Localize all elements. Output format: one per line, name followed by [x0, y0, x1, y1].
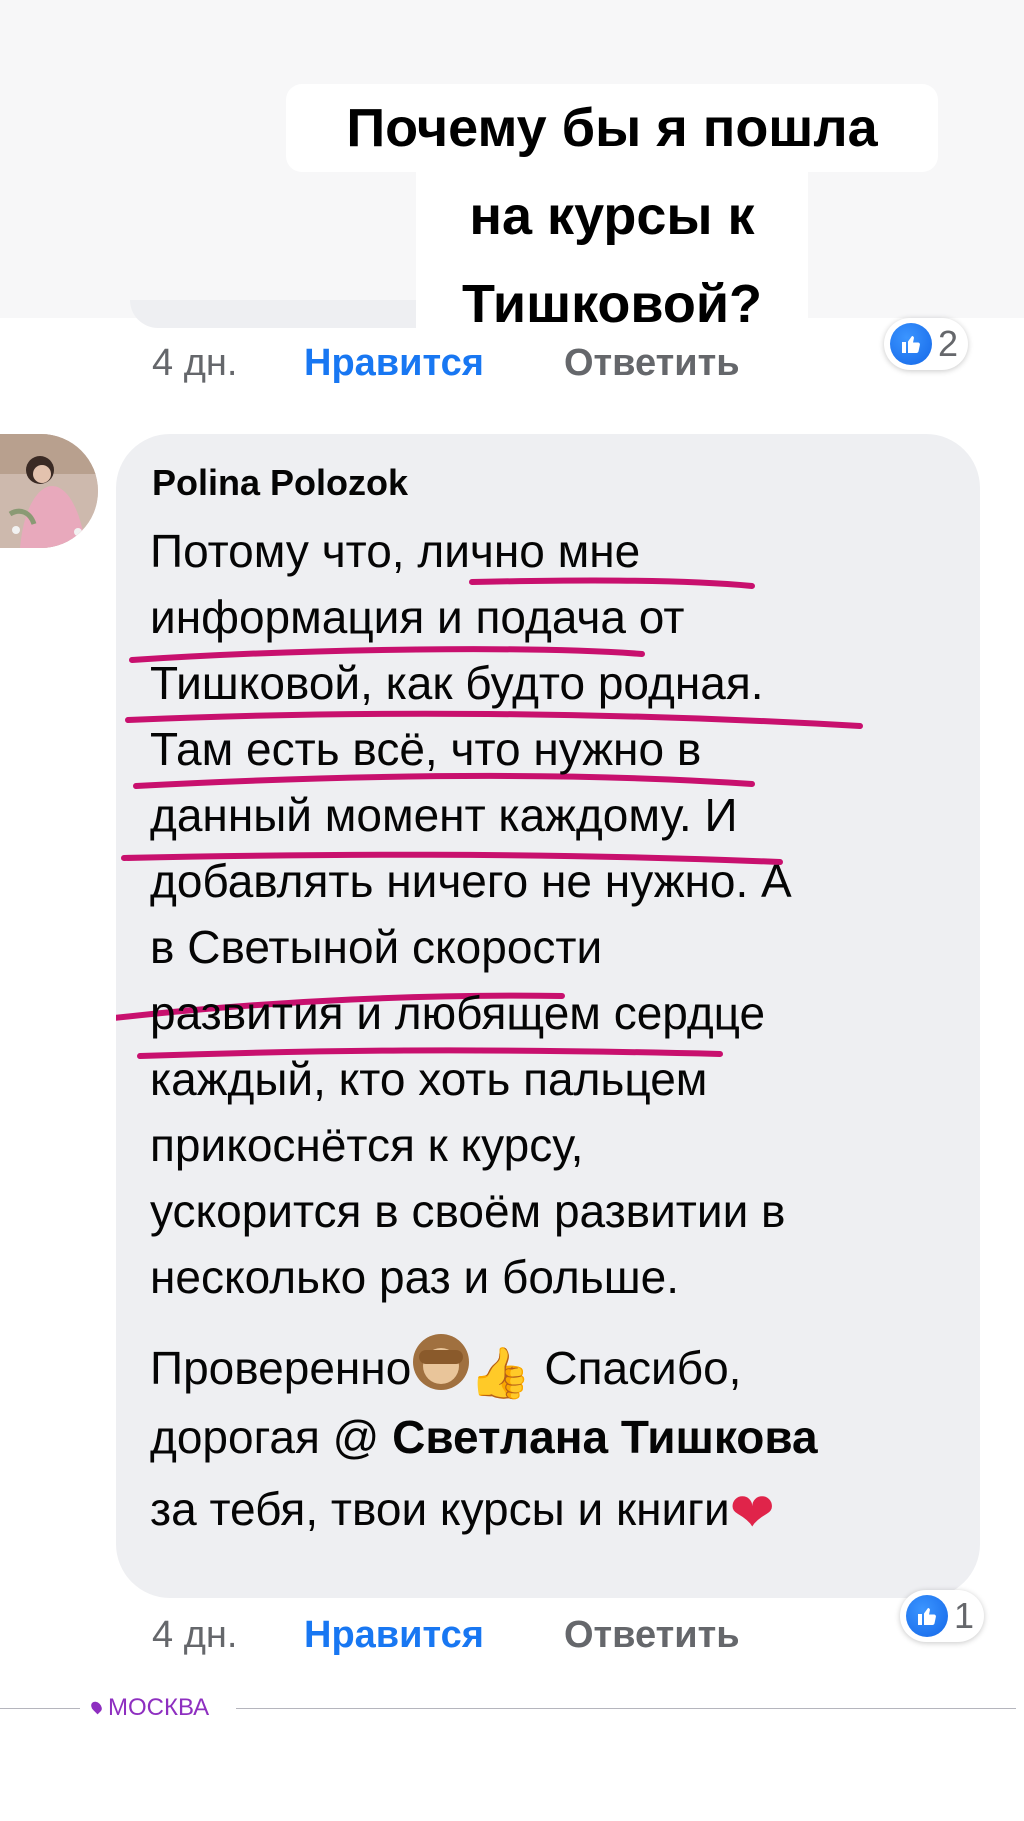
avatar[interactable] [0, 434, 98, 548]
mention-link[interactable]: Светлана Тишкова [392, 1411, 817, 1463]
location-divider-right [236, 1708, 1016, 1709]
comment-line-6: добавлять ничего не нужно. А [150, 855, 792, 907]
story-title-line-1: Почему бы я пошла [286, 84, 938, 172]
comment-line-14: дорогая @ Светлана Тишкова [150, 1404, 818, 1470]
comment-bubble: Polina Polozok Потому что, лично мне инф… [116, 434, 980, 1598]
previous-comment-reply-button[interactable]: Ответить [564, 338, 740, 388]
comment-reply-button[interactable]: Ответить [564, 1610, 740, 1660]
comment-line-13-text: Проверенно [150, 1342, 412, 1394]
comment-reaction-count: 1 [954, 1595, 975, 1636]
see-no-evil-monkey-icon [413, 1334, 470, 1390]
location-pin-icon [89, 1699, 104, 1715]
comment-line-13: Проверенно 👍 Спасибо, [150, 1334, 741, 1406]
comment-line-12: несколько раз и больше. [150, 1251, 679, 1303]
comment-like-button[interactable]: Нравится [304, 1610, 484, 1660]
thumbs-up-emoji-icon: 👍 [469, 1345, 532, 1401]
comment-line-14-prefix: дорогая @ [150, 1411, 393, 1463]
thumbs-up-icon [906, 1595, 948, 1637]
previous-comment-reactions[interactable]: 2 [884, 318, 969, 370]
comment-line-4: Там есть всё, что нужно в [150, 723, 702, 775]
previous-comment-time: 4 дн. [152, 342, 238, 384]
comment-author[interactable]: Polina Polozok [152, 462, 408, 504]
avatar-photo [0, 434, 98, 548]
comment-line-3: Тишковой, как будто родная. [150, 657, 764, 709]
story-title: Почему бы я пошла на курсы к Тишковой? [286, 84, 938, 348]
two-hearts-icon: ❤ [729, 1483, 775, 1543]
previous-comment-like-button[interactable]: Нравится [304, 338, 484, 388]
comment-line-8: развития и любящем сердце [150, 987, 766, 1039]
comment-line-15: за тебя, твои курсы и книги❤ [150, 1476, 775, 1546]
location-divider-left [0, 1708, 80, 1709]
location-label: МОСКВА [108, 1694, 210, 1721]
location-sticker[interactable]: МОСКВА [0, 1694, 1024, 1722]
comment-line-2: информация и подача от [150, 591, 685, 643]
story-title-line-2: на курсы к [416, 172, 808, 260]
comment-line-9: каждый, кто хоть пальцем [150, 1053, 708, 1105]
previous-comment-reaction-count: 2 [938, 323, 959, 364]
story-title-line-3: Тишковой? [416, 260, 808, 348]
comment-line-7: в Светыной скорости [150, 921, 603, 973]
comment-line-13-tail: Спасибо, [531, 1342, 742, 1394]
comment-reactions[interactable]: 1 [900, 1590, 985, 1642]
comment-line-10: прикоснётся к курсу, [150, 1119, 584, 1171]
comment-line-15-text: за тебя, твои курсы и книги [150, 1483, 730, 1535]
comment-line-11: ускорится в своём развитии в [150, 1185, 786, 1237]
comment-time: 4 дн. [152, 1614, 238, 1656]
comment-line-1: Потому что, лично мне [150, 525, 641, 577]
thumbs-up-icon [890, 323, 932, 365]
comment-line-5: данный момент каждому. И [150, 789, 738, 841]
